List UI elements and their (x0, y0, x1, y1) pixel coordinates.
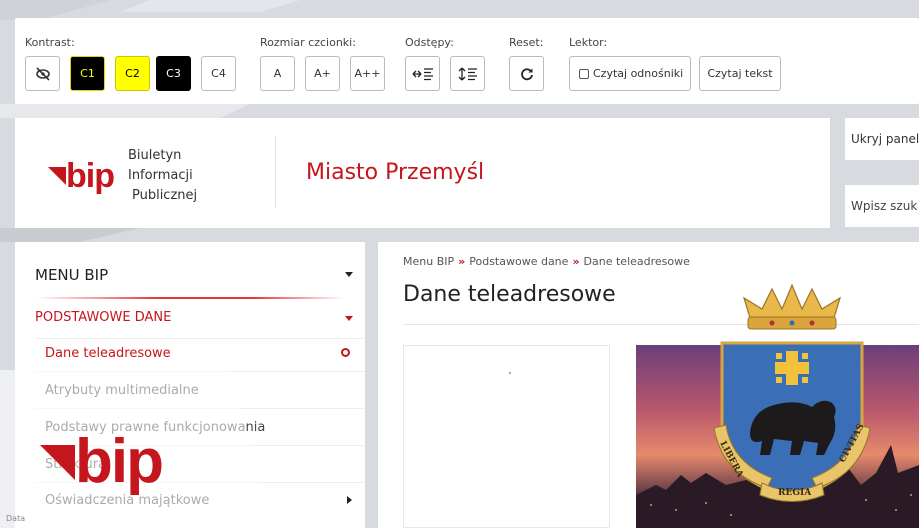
menu-divider (35, 338, 365, 339)
font-largest-button[interactable]: A++ (350, 56, 385, 91)
contrast-label: Kontrast: (25, 36, 75, 49)
bip-subtitle-line3: Publicznej (131, 188, 198, 203)
menu-heading-underline (35, 297, 345, 299)
read-text-button[interactable]: Czytaj tekst (699, 56, 781, 91)
crown-icon (742, 283, 842, 330)
site-title[interactable]: Miasto Przemyśl (306, 160, 484, 185)
bip-logo-subtitle: Biuletyn Informacji Publicznej (128, 146, 197, 206)
cross-icon (775, 351, 809, 385)
chevron-down-icon[interactable] (345, 316, 353, 321)
breadcrumb-menu-bip[interactable]: Menu BIP (403, 255, 454, 268)
menu-section-podstawowe-dane[interactable]: PODSTAWOWE DANE (35, 310, 171, 325)
read-links-toggle[interactable]: Czytaj odnośniki (569, 56, 691, 91)
breadcrumb-podstawowe-dane[interactable]: Podstawowe dane (469, 255, 568, 268)
bip-flag-icon (48, 167, 66, 185)
contrast-c4-button[interactable]: C4 (201, 56, 236, 91)
refresh-icon (520, 67, 533, 80)
search-input[interactable]: Wpisz szuk (845, 185, 919, 227)
motto-regia: REGIA (778, 488, 812, 498)
line-spacing-icon (458, 67, 477, 80)
spacing-label: Odstępy: (405, 36, 454, 49)
bip-menu: MENU BIP PODSTAWOWE DANE Dane teleadreso… (15, 242, 365, 528)
hide-contrast-icon (35, 66, 50, 81)
breadcrumb-separator: » (458, 255, 466, 268)
active-dot-icon (341, 348, 350, 357)
menu-item-podstawy-prawne[interactable]: Podstawy prawne funkcjonowania (45, 420, 265, 435)
menu-divider (35, 408, 365, 409)
read-links-checkbox[interactable] (579, 68, 589, 79)
accessibility-toolbar: Kontrast: C1 C2 C3 C4 Rozmiar czcionki: … (15, 18, 919, 104)
menu-divider (35, 371, 365, 372)
bip-logo-text: bip (66, 157, 115, 195)
reset-label: Reset: (509, 36, 544, 49)
content-thumbnail (403, 345, 610, 528)
menu-divider (35, 482, 365, 483)
line-spacing-button[interactable] (450, 56, 485, 91)
bip-subtitle-line1: Biuletyn (127, 148, 182, 163)
font-larger-button[interactable]: A+ (305, 56, 340, 91)
coat-of-arms: LIBERA REGIA CIVITAS (713, 283, 871, 502)
reset-button[interactable] (509, 56, 544, 91)
hide-panel-button[interactable]: Ukryj panel (845, 118, 919, 160)
header-divider (275, 136, 276, 208)
reader-label: Lektor: (569, 36, 608, 49)
contrast-off-button[interactable] (25, 56, 60, 91)
page-title: Dane teleadresowe (403, 282, 616, 307)
menu-divider (35, 445, 365, 446)
contrast-c2-button[interactable]: C2 (115, 56, 150, 91)
chevron-right-icon[interactable] (347, 496, 352, 504)
bip-logo[interactable]: bip Biuletyn Informacji Publicznej (48, 146, 197, 206)
breadcrumb: Menu BIP» Podstawowe dane» Dane teleadreso… (403, 255, 690, 268)
menu-item-dane-teleadresowe[interactable]: Dane teleadresowe (45, 346, 171, 361)
contrast-c1-button[interactable]: C1 (70, 56, 105, 91)
menu-item-oswiadczenia-majatkowe[interactable]: Oświadczenia majątkowe (45, 493, 209, 508)
site-header: bip Biuletyn Informacji Publicznej Miast… (15, 118, 830, 228)
font-normal-button[interactable]: A (260, 56, 295, 91)
font-size-label: Rozmiar czcionki: (260, 36, 356, 49)
letter-spacing-button[interactable] (405, 56, 440, 91)
chevron-down-icon[interactable] (345, 272, 353, 277)
letter-spacing-icon (412, 67, 433, 80)
thumbnail-dot (509, 372, 511, 374)
read-links-label: Czytaj odnośniki (593, 67, 684, 80)
menu-item-atrybuty-multimedialne[interactable]: Atrybuty multimedialne (45, 383, 199, 398)
footer-fragment: Data (6, 514, 26, 523)
breadcrumb-current: Dane teleadresowe (583, 255, 690, 268)
bip-subtitle-line2: Informacji (127, 168, 193, 183)
menu-item-struktura[interactable]: Struktura (45, 457, 106, 472)
menu-heading[interactable]: MENU BIP (35, 266, 108, 284)
breadcrumb-separator: » (572, 255, 580, 268)
contrast-c3-button[interactable]: C3 (156, 56, 191, 91)
